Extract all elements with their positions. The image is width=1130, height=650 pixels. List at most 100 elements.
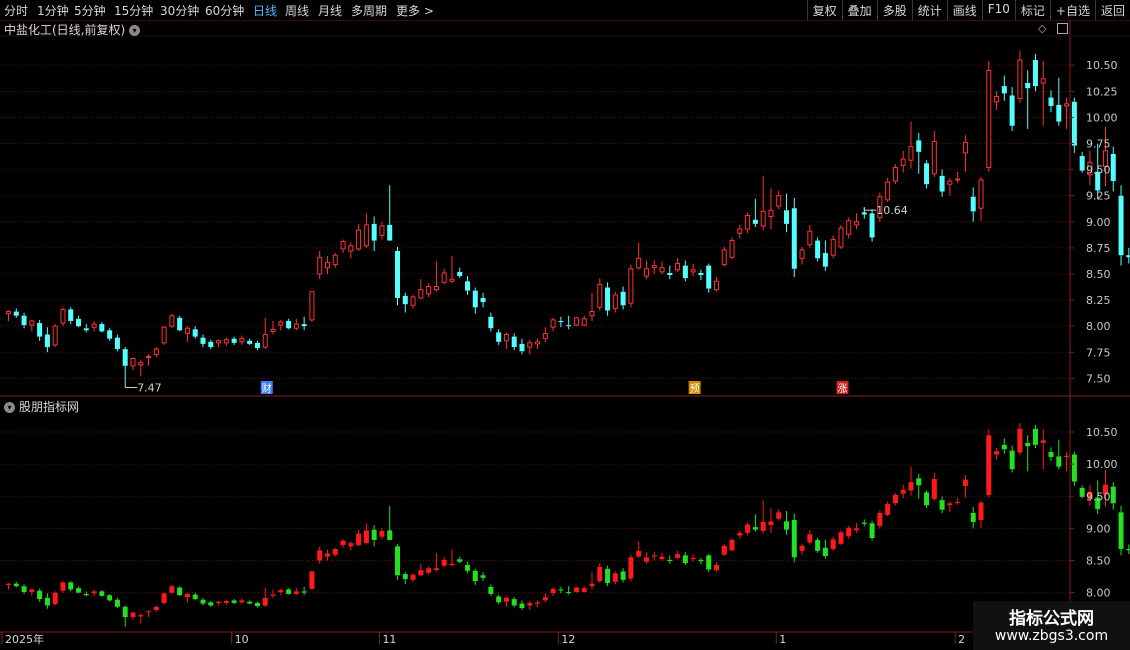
sub-candle-body: [924, 492, 930, 506]
time-tick-label: 10: [235, 633, 249, 646]
sub-candle-body: [340, 540, 346, 546]
diamond-icon[interactable]: ◇: [1038, 22, 1046, 35]
sub-candle-body: [1126, 548, 1130, 551]
main-candle-body: [247, 340, 253, 344]
main-candle-body: [6, 311, 11, 315]
main-candle-body: [340, 241, 346, 250]
main-candle-body: [332, 254, 338, 266]
sub-candle-body: [488, 586, 494, 594]
main-candle-body: [146, 355, 152, 358]
main-candle-body: [962, 141, 968, 154]
sub-candle-body: [309, 571, 315, 589]
sub-candle-body: [480, 575, 486, 578]
main-candle-body: [768, 209, 774, 218]
main-candle-body: [1126, 255, 1130, 258]
sub-candle-body: [122, 606, 128, 618]
main-candle-body: [1040, 78, 1046, 84]
main-candle-body: [169, 315, 175, 327]
main-candle-body: [737, 228, 743, 234]
main-candle-body: [527, 342, 533, 348]
sub-candle-body: [387, 530, 393, 540]
event-marker-label: 财: [262, 382, 272, 395]
event-marker-label: 预: [690, 383, 700, 395]
sub-candle-body: [278, 590, 284, 593]
sub-candle-body: [13, 583, 19, 587]
watermark: 指标公式网 www.zbgs3.com: [973, 601, 1130, 650]
main-candle-body: [659, 267, 665, 273]
main-candle-body: [970, 196, 976, 212]
sub-candle-body: [721, 545, 727, 555]
main-candle-body: [37, 323, 43, 337]
sub-candle-body: [410, 574, 416, 580]
main-candle-body: [262, 334, 268, 348]
sub-candle-body: [239, 600, 245, 603]
sub-y-tick-label: 10.00: [1086, 458, 1118, 471]
sub-candle-body: [317, 550, 323, 561]
main-candle-body: [519, 343, 525, 352]
sub-candle-body: [760, 521, 766, 531]
sub-candle-body: [776, 512, 782, 519]
sub-candle-body: [6, 583, 11, 585]
sub-candle-body: [395, 546, 400, 576]
main-candle-body: [449, 278, 455, 282]
main-candle-body: [1009, 95, 1015, 126]
main-candle-body: [465, 281, 471, 291]
max-price-label: 10.64: [876, 204, 908, 217]
main-candle-body: [99, 324, 105, 332]
main-candle-body: [1071, 101, 1077, 146]
sub-candle-body: [1025, 442, 1031, 447]
indicator-title[interactable]: ▾ 股朋指标网: [4, 398, 79, 415]
main-candle-body: [130, 358, 136, 367]
chevron-down-icon[interactable]: ▾: [4, 402, 15, 413]
main-candle-body: [1056, 104, 1062, 122]
main-y-tick-label: 9.50: [1086, 164, 1111, 177]
layout-toggle-icon[interactable]: [1057, 23, 1068, 34]
sub-candle-body: [1032, 428, 1038, 445]
chevron-down-icon[interactable]: ▾: [129, 25, 141, 36]
sub-candle-body: [247, 601, 253, 604]
sub-candle-body: [885, 503, 891, 515]
main-candle-body: [91, 323, 97, 328]
sub-candle-body: [713, 565, 719, 571]
sub-candle-body: [503, 597, 509, 602]
time-tick-label: 12: [561, 633, 575, 646]
main-candle-body: [745, 215, 751, 230]
sub-candle-body: [223, 601, 229, 603]
main-candle-body: [395, 251, 400, 298]
main-y-tick-label: 10.50: [1086, 59, 1118, 72]
main-candle-body: [558, 320, 564, 322]
main-candle-body: [488, 316, 494, 329]
sub-candle-body: [791, 520, 797, 558]
sub-candle-body: [402, 574, 408, 580]
sub-candle-body: [877, 512, 883, 526]
sub-candle-body: [441, 559, 447, 566]
main-candle-body: [254, 342, 260, 349]
sub-candle-body: [667, 559, 673, 562]
min-price-label: 7.47: [137, 381, 162, 394]
sub-candle-body: [752, 527, 758, 530]
main-candle-body: [68, 309, 74, 321]
main-candle-body: [286, 320, 292, 329]
sub-candle-body: [1009, 450, 1015, 470]
main-candle-body: [1032, 60, 1038, 87]
sub-candle-body: [363, 530, 369, 544]
sub-candle-body: [60, 582, 66, 591]
main-candle-body: [216, 340, 222, 344]
main-chart-title[interactable]: 中盐化工(日线,前复权) ▾: [4, 21, 141, 38]
main-candle-body: [885, 181, 891, 201]
sub-candle-body: [519, 603, 525, 609]
main-candle-body: [791, 208, 797, 269]
sub-candle-body: [573, 587, 579, 593]
sub-candle-body: [636, 550, 642, 557]
main-candle-body: [192, 329, 198, 337]
main-candle-body: [480, 297, 486, 303]
main-candle-body: [1118, 195, 1124, 256]
sub-candle-body: [371, 529, 377, 540]
main-candle-body: [511, 336, 517, 348]
sub-candle-body: [682, 555, 688, 564]
sub-candle-body: [986, 435, 992, 495]
main-y-tick-label: 8.00: [1086, 320, 1111, 333]
sub-candle-body: [433, 568, 439, 571]
sub-candle-body: [838, 532, 844, 544]
main-candle-body: [324, 261, 330, 269]
